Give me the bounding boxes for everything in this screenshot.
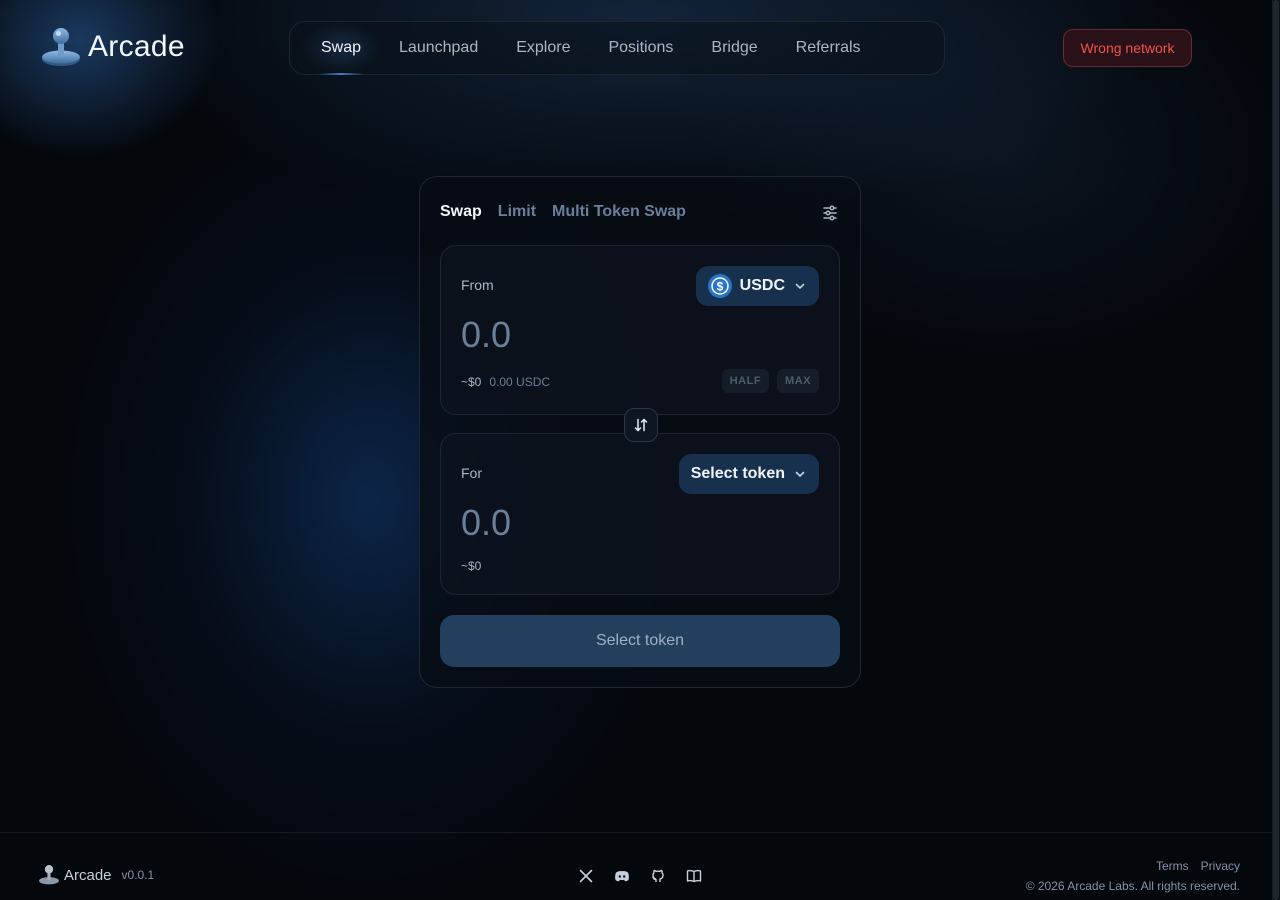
app-version: v0.0.1: [121, 868, 155, 882]
main-nav: Swap Launchpad Explore Positions Bridge …: [289, 21, 945, 75]
privacy-link[interactable]: Privacy: [1201, 859, 1240, 873]
for-usd-value: ~$0: [461, 559, 482, 573]
footer-links: Terms Privacy: [1156, 859, 1240, 873]
from-amount-input[interactable]: [461, 314, 661, 356]
nav-referrals[interactable]: Referrals: [777, 22, 880, 74]
from-token-selector[interactable]: $ USDC: [695, 266, 819, 306]
for-usd-row: ~$0: [461, 559, 481, 573]
tab-multi-token-swap[interactable]: Multi Token Swap: [552, 203, 686, 221]
svg-text:$: $: [716, 280, 723, 294]
for-token-selector[interactable]: Select token: [678, 454, 819, 494]
brand-name: Arcade: [88, 30, 185, 63]
from-balance-row: ~$0 0.00 USDC: [461, 375, 550, 389]
nav-launchpad[interactable]: Launchpad: [380, 22, 497, 74]
from-usd-value: ~$0: [461, 375, 482, 389]
footer-brand[interactable]: Arcade v0.0.1: [38, 864, 154, 886]
joystick-icon: [42, 28, 80, 66]
tab-swap[interactable]: Swap: [440, 203, 482, 221]
half-button[interactable]: HALF: [721, 369, 770, 393]
scrollbar-thumb[interactable]: [1273, 0, 1279, 900]
brand-logo[interactable]: Arcade: [40, 26, 185, 68]
nav-bridge[interactable]: Bridge: [692, 22, 776, 74]
for-label: For: [461, 465, 482, 481]
flip-direction-button[interactable]: [624, 408, 658, 442]
github-icon[interactable]: [650, 868, 666, 884]
nav-explore[interactable]: Explore: [497, 22, 589, 74]
top-header: Arcade Swap Launchpad Explore Positions …: [0, 0, 1272, 96]
max-button[interactable]: MAX: [777, 369, 819, 393]
chevron-down-icon: [795, 471, 805, 478]
docs-book-icon[interactable]: [686, 868, 702, 884]
footer-brand-name: Arcade: [64, 866, 112, 884]
swap-arrows-icon: [634, 418, 648, 432]
swap-mode-tabs: Swap Limit Multi Token Swap: [440, 203, 686, 221]
x-icon[interactable]: [578, 868, 594, 884]
scrollbar[interactable]: [1272, 0, 1280, 900]
nav-swap[interactable]: Swap: [302, 22, 381, 75]
from-label: From: [461, 277, 494, 293]
copyright-text: © 2026 Arcade Labs. All rights reserved.: [1025, 879, 1240, 893]
for-amount-input[interactable]: [461, 502, 661, 544]
tab-limit[interactable]: Limit: [498, 203, 536, 221]
discord-icon[interactable]: [614, 868, 630, 884]
for-token-label: Select token: [690, 465, 785, 482]
page-footer: Arcade v0.0.1 Terms Privacy © 2026 Arcad…: [0, 832, 1272, 900]
from-panel: From $ USDC ~$0 0.00 USDC HALF MAX: [440, 245, 840, 415]
chevron-down-icon: [795, 283, 805, 290]
from-token-symbol: USDC: [739, 277, 785, 294]
joystick-icon: [39, 865, 59, 885]
for-panel: For Select token ~$0: [440, 433, 840, 595]
swap-card: Swap Limit Multi Token Swap From $ USDC …: [419, 176, 861, 688]
from-balance: 0.00 USDC: [489, 375, 551, 389]
usdc-coin-icon: $: [707, 274, 732, 298]
terms-link[interactable]: Terms: [1156, 859, 1189, 873]
wrong-network-button[interactable]: Wrong network: [1063, 29, 1192, 67]
social-links: [578, 868, 702, 884]
amount-shortcuts: HALF MAX: [721, 369, 819, 393]
nav-positions[interactable]: Positions: [589, 22, 692, 74]
settings-sliders-icon[interactable]: [820, 203, 840, 223]
submit-select-token-button[interactable]: Select token: [440, 615, 840, 667]
